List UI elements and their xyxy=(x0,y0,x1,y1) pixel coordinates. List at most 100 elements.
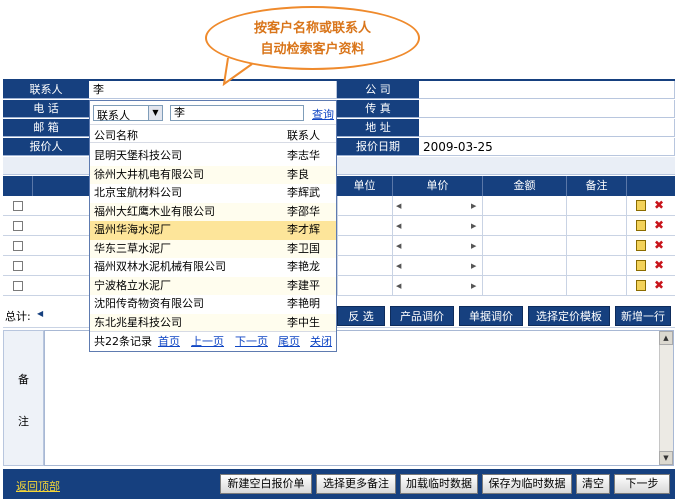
price-decrease-icon[interactable]: ◀ xyxy=(396,256,401,276)
scroll-up-icon[interactable]: ▲ xyxy=(659,331,673,345)
address-input[interactable] xyxy=(419,119,675,137)
popup-search-bar: 联系人 ▼ 李 查询 xyxy=(90,101,336,125)
th-actions xyxy=(627,176,675,196)
amount-cell xyxy=(483,256,567,276)
next-step-button[interactable]: 下一步 xyxy=(614,474,670,494)
price-increase-icon[interactable]: ▶ xyxy=(471,196,476,216)
customer-search-popup: 联系人 ▼ 李 查询 公司名称 联系人 昆明天堡科技公司 李志华 徐州大井机电有限… xyxy=(89,100,337,352)
unit-cell[interactable] xyxy=(337,216,393,236)
select-template-button[interactable]: 选择定价模板 xyxy=(528,306,610,326)
th-remark: 备注 xyxy=(567,176,627,196)
chevron-down-icon[interactable]: ▼ xyxy=(148,106,162,120)
fax-label: 传 真 xyxy=(337,100,419,118)
remark-cell[interactable] xyxy=(567,196,627,216)
quoter-label: 报价人 xyxy=(3,138,89,156)
price-cell[interactable]: ◀ ▶ xyxy=(393,256,483,276)
popup-first-page-link[interactable]: 首页 xyxy=(158,332,180,352)
price-cell[interactable]: ◀ ▶ xyxy=(393,196,483,216)
remark-cell[interactable] xyxy=(567,276,627,296)
amount-cell xyxy=(483,196,567,216)
row-checkbox[interactable] xyxy=(13,261,23,271)
edit-row-icon[interactable] xyxy=(636,200,646,211)
row-checkbox[interactable] xyxy=(13,201,23,211)
doc-price-button[interactable]: 单据调价 xyxy=(459,306,523,326)
popup-list-item[interactable]: 徐州大井机电有限公司 李良 xyxy=(90,165,336,184)
delete-row-icon[interactable]: ✖ xyxy=(654,219,664,231)
popup-list-item[interactable]: 昆明天堡科技公司 李志华 xyxy=(90,147,336,166)
popup-list-item[interactable]: 东北兆星科技公司 李中生 xyxy=(90,313,336,332)
remark-cell[interactable] xyxy=(567,256,627,276)
price-cell[interactable]: ◀ ▶ xyxy=(393,216,483,236)
invert-select-button[interactable]: 反 选 xyxy=(337,306,385,326)
price-cell[interactable]: ◀ ▶ xyxy=(393,276,483,296)
popup-list-item[interactable]: 沈阳传奇物资有限公司 李艳明 xyxy=(90,295,336,314)
filter-select[interactable]: 联系人 ▼ xyxy=(93,105,163,122)
popup-list-item[interactable]: 福州双林水泥机械有限公司 李艳龙 xyxy=(90,258,336,277)
unit-cell[interactable] xyxy=(337,196,393,216)
fax-input[interactable] xyxy=(419,100,675,118)
callout-line-2: 自动检索客户资料 xyxy=(260,42,365,57)
add-row-button[interactable]: 新增一行 xyxy=(615,306,671,326)
delete-row-icon[interactable]: ✖ xyxy=(654,199,664,211)
popup-last-page-link[interactable]: 尾页 xyxy=(278,332,300,352)
popup-list-item-selected[interactable]: 温州华海水泥厂 李才辉 xyxy=(90,221,336,240)
price-decrease-icon[interactable]: ◀ xyxy=(396,216,401,236)
remark-cell[interactable] xyxy=(567,236,627,256)
row-checkbox[interactable] xyxy=(13,281,23,291)
callout-line-1: 按客户名称或联系人 xyxy=(253,21,371,36)
popup-list-item[interactable]: 华东三草水泥厂 李卫国 xyxy=(90,239,336,258)
delete-row-icon[interactable]: ✖ xyxy=(654,239,664,251)
th-select xyxy=(3,176,33,196)
row-checkbox[interactable] xyxy=(13,221,23,231)
company-input[interactable] xyxy=(419,81,675,99)
popup-prev-page-link[interactable]: 上一页 xyxy=(191,332,224,352)
clear-button[interactable]: 清空 xyxy=(576,474,610,494)
popup-list-item[interactable]: 福州大红鹰木业有限公司 李邵华 xyxy=(90,202,336,221)
delete-row-icon[interactable]: ✖ xyxy=(654,279,664,291)
edit-row-icon[interactable] xyxy=(636,240,646,251)
row-checkbox[interactable] xyxy=(13,241,23,251)
price-increase-icon[interactable]: ▶ xyxy=(471,276,476,296)
product-price-button[interactable]: 产品调价 xyxy=(390,306,454,326)
edit-row-icon[interactable] xyxy=(636,280,646,291)
amount-cell xyxy=(483,216,567,236)
price-decrease-icon[interactable]: ◀ xyxy=(396,236,401,256)
popup-search-link[interactable]: 查询 xyxy=(312,106,334,122)
new-blank-quote-button[interactable]: 新建空白报价单 xyxy=(220,474,312,494)
save-temp-button[interactable]: 保存为临时数据 xyxy=(482,474,572,494)
price-increase-icon[interactable]: ▶ xyxy=(471,216,476,236)
popup-next-page-link[interactable]: 下一页 xyxy=(235,332,268,352)
unit-cell[interactable] xyxy=(337,256,393,276)
address-label: 地 址 xyxy=(337,119,419,137)
unit-cell[interactable] xyxy=(337,236,393,256)
popup-list: 昆明天堡科技公司 李志华 徐州大井机电有限公司 李良 北京宝航材料公司 李辉武 福州大… xyxy=(90,147,336,332)
more-remark-button[interactable]: 选择更多备注 xyxy=(316,474,396,494)
price-decrease-icon[interactable]: ◀ xyxy=(396,196,401,216)
remark-cell[interactable] xyxy=(567,216,627,236)
load-temp-button[interactable]: 加载临时数据 xyxy=(400,474,478,494)
edit-row-icon[interactable] xyxy=(636,260,646,271)
edit-row-icon[interactable] xyxy=(636,220,646,231)
th-price: 单价 xyxy=(393,176,483,196)
back-to-top-link[interactable]: 返回顶部 xyxy=(16,478,60,494)
remark-scrollbar[interactable]: ▲ ▼ xyxy=(659,331,673,465)
popup-list-item[interactable]: 北京宝航材料公司 李辉武 xyxy=(90,184,336,203)
price-decrease-icon[interactable]: ◀ xyxy=(396,276,401,296)
contact-input[interactable]: 李 xyxy=(89,81,337,99)
price-increase-icon[interactable]: ▶ xyxy=(471,256,476,276)
popup-list-item[interactable]: 宁波格立水泥厂 李建平 xyxy=(90,276,336,295)
delete-row-icon[interactable]: ✖ xyxy=(654,259,664,271)
popup-footer: 共22条记录 首页 上一页 下一页 尾页 关闭 xyxy=(90,331,336,351)
price-cell[interactable]: ◀ ▶ xyxy=(393,236,483,256)
price-increase-icon[interactable]: ▶ xyxy=(471,236,476,256)
filter-select-value: 联系人 xyxy=(97,109,130,122)
unit-cell[interactable] xyxy=(337,276,393,296)
quote-date-input[interactable]: 2009-03-25 xyxy=(419,138,675,156)
callout-bubble: 按客户名称或联系人 自动检索客户资料 xyxy=(205,6,420,70)
popup-search-input[interactable]: 李 xyxy=(170,105,304,121)
popup-record-count: 共22条记录 xyxy=(94,335,152,348)
remark-label-column: 备 注 xyxy=(3,330,44,466)
post-label: 邮 箱 xyxy=(3,119,89,137)
popup-close-link[interactable]: 关闭 xyxy=(310,332,332,352)
scroll-down-icon[interactable]: ▼ xyxy=(659,451,673,465)
